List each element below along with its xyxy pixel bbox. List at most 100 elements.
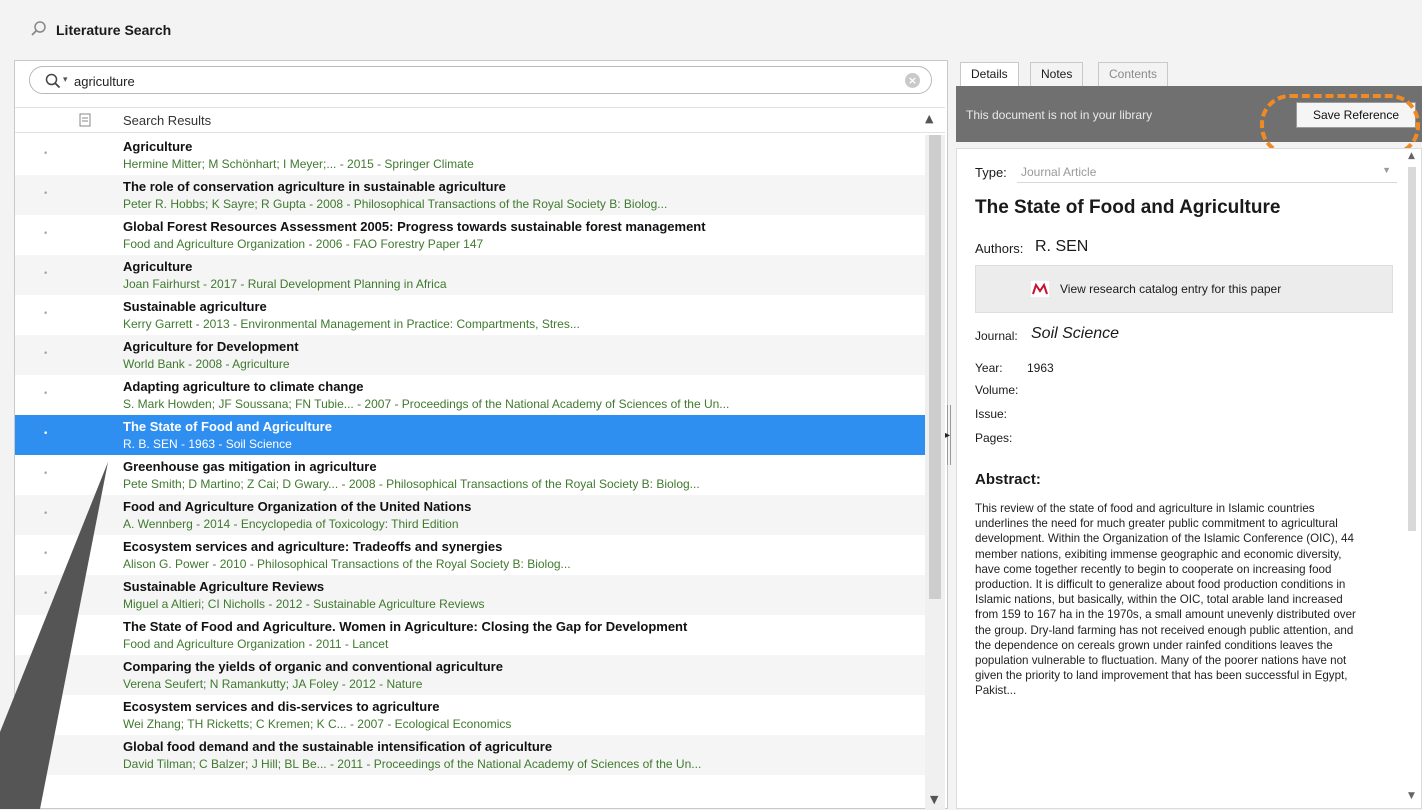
type-dropdown[interactable]: Journal Article ▼ xyxy=(1017,161,1397,183)
result-meta: Miguel a Altieri; CI Nicholls - 2012 - S… xyxy=(123,597,485,611)
library-status-banner: This document is not in your library Sav… xyxy=(956,86,1422,156)
year-value[interactable]: 1963 xyxy=(1027,361,1054,375)
tab-notes[interactable]: Notes xyxy=(1030,62,1084,86)
result-row[interactable]: • Comparing the yields of organic and con… xyxy=(15,655,925,695)
journal-value[interactable]: Soil Science xyxy=(1031,325,1119,343)
result-row[interactable]: • Agriculture Joan Fairhurst - 2017 - Rura… xyxy=(15,255,925,295)
search-options-dropdown-icon[interactable]: ▾ xyxy=(63,75,68,85)
result-row[interactable]: • Agriculture Hermine Mitter; M Schönhart;… xyxy=(15,135,925,175)
status-dot-icon: • xyxy=(43,669,49,679)
document-column-icon[interactable] xyxy=(79,113,91,127)
catalog-logo-icon xyxy=(1030,280,1050,298)
results-list: • Agriculture Hermine Mitter; M Schönhart;… xyxy=(15,135,925,810)
highlight-ring xyxy=(1260,94,1420,156)
scroll-up-arrow-icon[interactable]: ▲ xyxy=(925,112,933,125)
result-title: Sustainable Agriculture Reviews xyxy=(123,579,325,594)
details-scrollbar[interactable]: ▲ ▼ xyxy=(1405,151,1419,803)
result-row[interactable]: • Global food demand and the sustainable … xyxy=(15,735,925,775)
result-row[interactable]: • Sustainable Agriculture Reviews Miguel a… xyxy=(15,575,925,615)
panel-splitter[interactable]: ▸ xyxy=(942,60,956,809)
tab-details[interactable]: Details xyxy=(960,62,1019,86)
result-meta: Wei Zhang; TH Ricketts; C Kremen; K C...… xyxy=(123,717,512,731)
result-meta: Food and Agriculture Organization - 2011… xyxy=(123,637,389,651)
scroll-down-arrow-icon[interactable]: ▼ xyxy=(930,793,938,806)
result-row[interactable]: • Adapting agriculture to climate change S… xyxy=(15,375,925,415)
journal-label: Journal: xyxy=(975,329,1018,343)
result-meta: Alison G. Power - 2010 - Philosophical T… xyxy=(123,557,571,571)
tab-contents[interactable]: Contents xyxy=(1098,62,1169,86)
result-meta: A. Wennberg - 2014 - Encyclopedia of Tox… xyxy=(123,517,459,531)
result-title: Agriculture for Development xyxy=(123,339,299,354)
results-column-header[interactable]: Search Results xyxy=(123,113,211,128)
result-row[interactable]: • Ecosystem services and dis-services to … xyxy=(15,695,925,735)
result-row[interactable]: • The State of Food and Agriculture R. B. … xyxy=(15,415,925,455)
authors-value[interactable]: R. SEN xyxy=(1035,238,1088,256)
search-results-panel: ▾ × Search Results ▲ • Agriculture Hermine… xyxy=(14,60,948,810)
volume-label: Volume: xyxy=(975,383,1019,397)
result-title: Global Forest Resources Assessment 2005:… xyxy=(123,219,706,234)
status-dot-icon: • xyxy=(43,429,49,439)
result-meta: R. B. SEN - 1963 - Soil Science xyxy=(123,437,292,451)
result-meta: S. Mark Howden; JF Soussana; FN Tubie...… xyxy=(123,397,730,411)
result-title: Food and Agriculture Organization of the… xyxy=(123,499,472,514)
result-row[interactable]: • Food and Agriculture Organization of th… xyxy=(15,495,925,535)
scrollbar-thumb[interactable] xyxy=(929,135,941,599)
scroll-up-arrow-icon[interactable]: ▲ xyxy=(1408,151,1415,161)
status-dot-icon: • xyxy=(43,549,49,559)
result-row[interactable]: • The role of conservation agriculture in… xyxy=(15,175,925,215)
result-row[interactable]: • Global Forest Resources Assessment 2005… xyxy=(15,215,925,255)
result-row[interactable]: • Greenhouse gas mitigation in agricultur… xyxy=(15,455,925,495)
result-meta: Peter R. Hobbs; K Sayre; R Gupta - 2008 … xyxy=(123,197,668,211)
status-dot-icon: • xyxy=(43,149,49,159)
status-dot-icon: • xyxy=(43,589,49,599)
library-status-text: This document is not in your library xyxy=(966,108,1153,122)
result-meta: Hermine Mitter; M Schönhart; I Meyer;...… xyxy=(123,157,474,171)
abstract-heading: Abstract: xyxy=(975,471,1041,488)
view-catalog-button[interactable]: View research catalog entry for this pap… xyxy=(975,265,1393,313)
result-title: Ecosystem services and agriculture: Trad… xyxy=(123,539,503,554)
status-dot-icon: • xyxy=(43,469,49,479)
result-title: Global food demand and the sustainable i… xyxy=(123,739,553,754)
document-title: The State of Food and Agriculture xyxy=(975,197,1281,218)
result-title: The role of conservation agriculture in … xyxy=(123,179,506,194)
status-dot-icon: • xyxy=(43,189,49,199)
result-meta: Pete Smith; D Martino; Z Cai; D Gwary...… xyxy=(123,477,700,491)
status-dot-icon: • xyxy=(43,269,49,279)
search-icon xyxy=(31,21,46,36)
result-title: Agriculture xyxy=(123,139,193,154)
result-title: The State of Food and Agriculture. Women… xyxy=(123,619,688,634)
scrollbar-thumb[interactable] xyxy=(1408,167,1416,531)
result-row[interactable]: • The State of Food and Agriculture. Wome… xyxy=(15,615,925,655)
status-dot-icon: • xyxy=(43,629,49,639)
result-row[interactable]: • Agriculture for Development World Bank -… xyxy=(15,335,925,375)
clear-search-button[interactable]: × xyxy=(905,73,920,88)
pages-label: Pages: xyxy=(975,431,1013,445)
result-row[interactable]: • Ecosystem services and agriculture: Tra… xyxy=(15,535,925,575)
status-dot-icon: • xyxy=(43,709,49,719)
status-dot-icon: • xyxy=(43,749,49,759)
scroll-down-arrow-icon[interactable]: ▼ xyxy=(1408,791,1415,801)
result-title: Sustainable agriculture xyxy=(123,299,267,314)
result-title: Greenhouse gas mitigation in agriculture xyxy=(123,459,377,474)
status-dot-icon: • xyxy=(43,509,49,519)
result-row[interactable]: • Sustainable agriculture Kerry Garrett - … xyxy=(15,295,925,335)
result-title: Adapting agriculture to climate change xyxy=(123,379,364,394)
result-meta: Joan Fairhurst - 2017 - Rural Developmen… xyxy=(123,277,447,291)
status-dot-icon: • xyxy=(43,349,49,359)
abstract-text: This review of the state of food and agr… xyxy=(975,502,1356,698)
details-tabs: Details Notes Contents xyxy=(956,60,1422,86)
search-icon[interactable] xyxy=(44,72,62,90)
search-input[interactable] xyxy=(74,71,894,91)
status-dot-icon: • xyxy=(43,309,49,319)
splitter-arrow-icon[interactable]: ▸ xyxy=(945,430,950,441)
document-details: Type: Journal Article ▼ The State of Foo… xyxy=(956,148,1422,809)
result-meta: Kerry Garrett - 2013 - Environmental Man… xyxy=(123,317,580,331)
type-value: Journal Article xyxy=(1021,165,1097,179)
authors-label: Authors: xyxy=(975,241,1024,256)
catalog-button-label: View research catalog entry for this pap… xyxy=(1060,282,1282,296)
result-title: Ecosystem services and dis-services to a… xyxy=(123,699,440,714)
title-bar: Literature Search xyxy=(0,0,1422,58)
result-title: Comparing the yields of organic and conv… xyxy=(123,659,503,674)
status-dot-icon: • xyxy=(43,389,49,399)
chevron-down-icon: ▼ xyxy=(1382,165,1391,175)
